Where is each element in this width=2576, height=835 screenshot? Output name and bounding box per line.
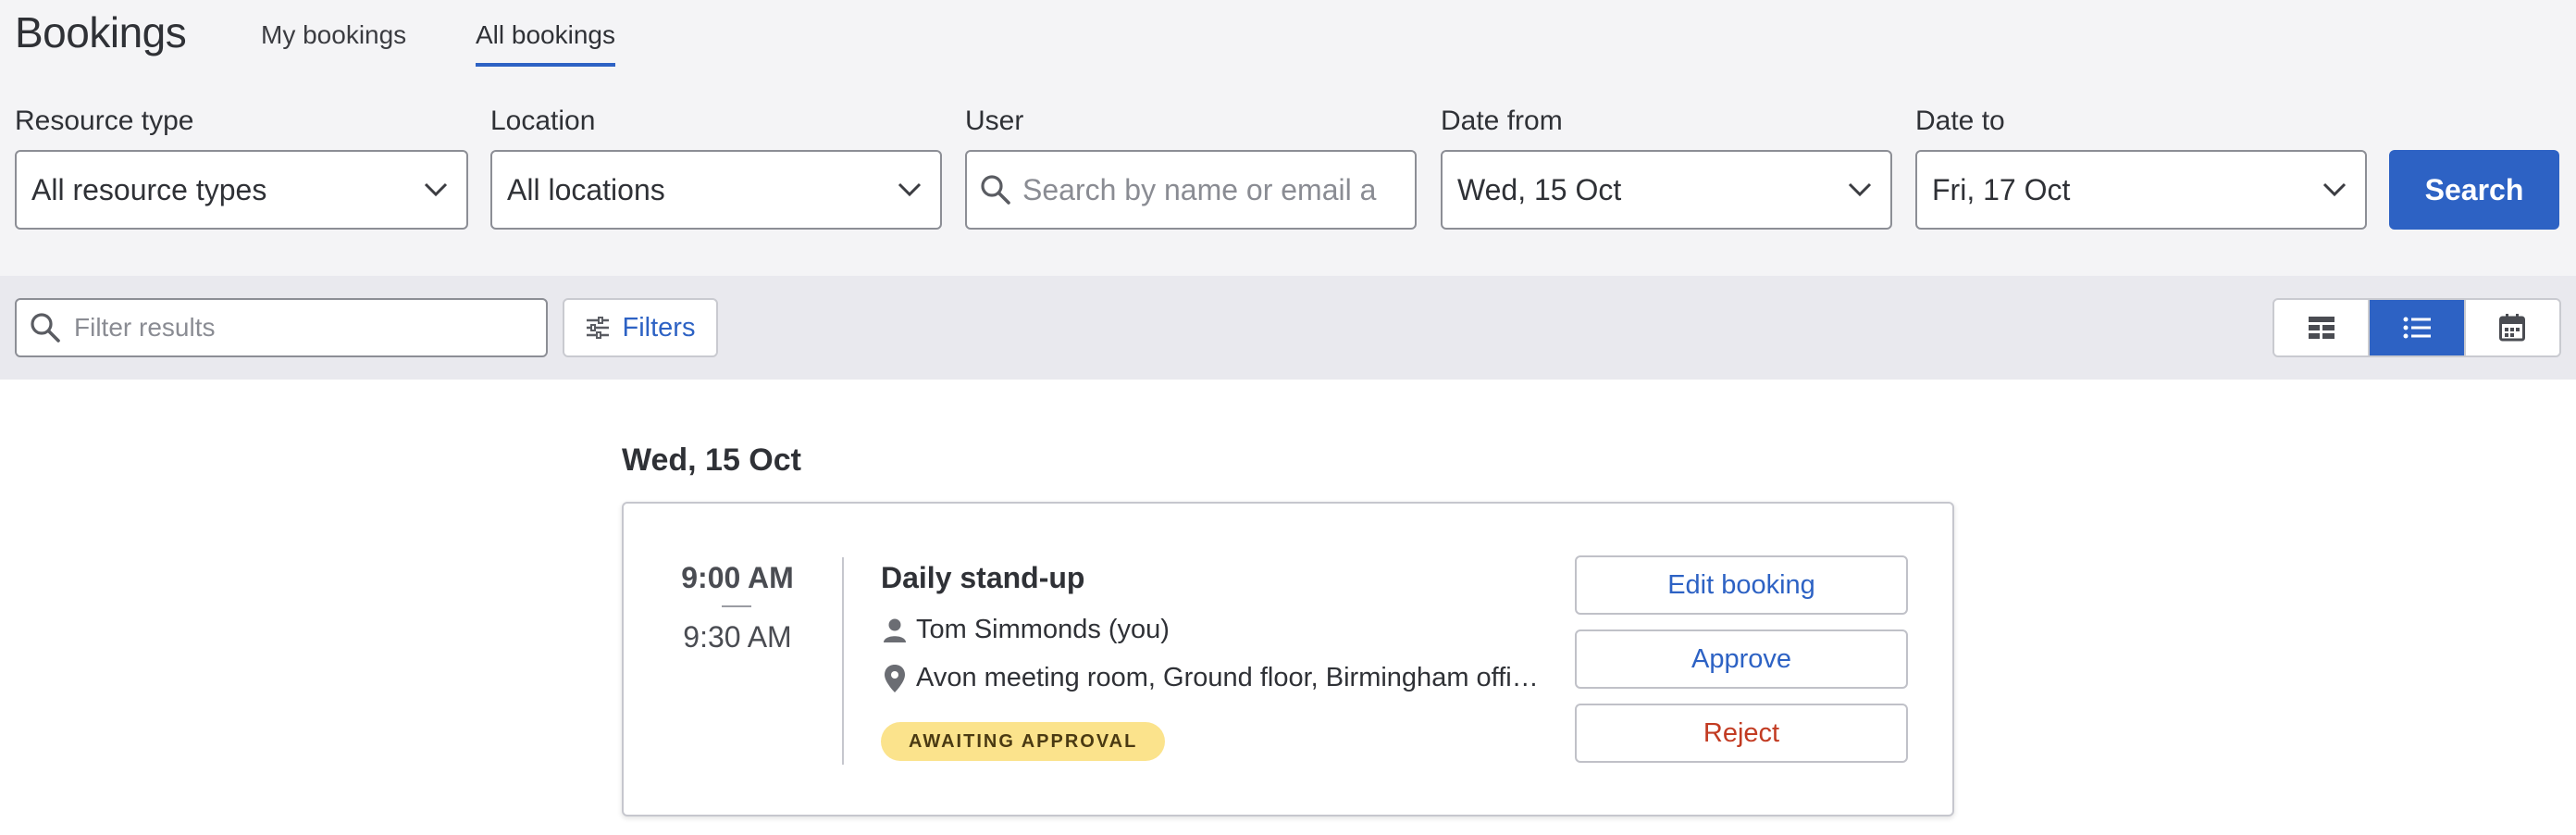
person-icon <box>881 617 909 643</box>
results-toolbar: Filter results Filters <box>0 276 2576 380</box>
chevron-down-icon <box>894 174 925 206</box>
booking-location: Avon meeting room, Ground floor, Birming… <box>881 663 1547 693</box>
booking-title: Daily stand-up <box>881 561 1085 594</box>
calendar-view-button[interactable] <box>2466 300 2559 355</box>
date-from-value: Wed, 15 Oct <box>1457 172 1622 206</box>
date-to-label: Date to <box>1915 106 2005 136</box>
location-label: Location <box>490 106 596 136</box>
reject-button[interactable]: Reject <box>1575 704 1908 763</box>
booking-end-time: 9:30 AM <box>683 620 792 654</box>
card-divider <box>842 557 844 765</box>
tab-all-bookings[interactable]: All bookings <box>476 20 615 67</box>
edit-booking-button[interactable]: Edit booking <box>1575 555 1908 615</box>
search-panel: Bookings My bookings All bookings Resour… <box>0 0 2576 276</box>
page-title: Bookings <box>15 8 187 56</box>
user-search-placeholder: Search by name or email a <box>1022 172 1377 206</box>
booking-user: Tom Simmonds (you) <box>881 615 1170 645</box>
status-badge: AWAITING APPROVAL <box>881 722 1166 761</box>
search-button[interactable]: Search <box>2389 150 2559 230</box>
user-search-input[interactable]: Search by name or email a <box>965 150 1417 230</box>
time-divider <box>722 605 751 607</box>
calendar-view-icon <box>2499 314 2526 342</box>
search-icon <box>980 174 1011 206</box>
date-from-label: Date from <box>1441 106 1563 136</box>
filters-button[interactable]: Filters <box>563 298 718 357</box>
sliders-icon <box>586 317 610 339</box>
date-to-select[interactable]: Fri, 17 Oct <box>1915 150 2367 230</box>
booking-start-time: 9:00 AM <box>681 561 794 594</box>
user-label: User <box>965 106 1024 136</box>
list-view-button[interactable] <box>2370 300 2466 355</box>
table-view-icon <box>2308 316 2335 340</box>
tab-my-bookings[interactable]: My bookings <box>261 20 406 63</box>
chevron-down-icon <box>2319 174 2350 206</box>
location-select[interactable]: All locations <box>490 150 942 230</box>
resource-type-select[interactable]: All resource types <box>15 150 468 230</box>
filter-results-input[interactable]: Filter results <box>15 298 548 357</box>
day-heading: Wed, 15 Oct <box>622 442 801 478</box>
list-view-icon <box>2403 317 2431 339</box>
approve-button[interactable]: Approve <box>1575 629 1908 689</box>
booking-user-name: Tom Simmonds (you) <box>916 615 1170 644</box>
booking-location-text: Avon meeting room, Ground floor, Birming… <box>916 663 1539 692</box>
view-switcher <box>2273 298 2561 357</box>
location-value: All locations <box>507 172 665 206</box>
booking-card: 9:00 AM 9:30 AM Daily stand-up Tom Simmo… <box>622 502 1954 816</box>
date-to-value: Fri, 17 Oct <box>1932 172 2071 206</box>
date-from-select[interactable]: Wed, 15 Oct <box>1441 150 1892 230</box>
chevron-down-icon <box>420 174 452 206</box>
chevron-down-icon <box>1844 174 1876 206</box>
location-pin-icon <box>881 664 909 693</box>
filter-results-placeholder: Filter results <box>74 313 216 342</box>
resource-type-value: All resource types <box>31 172 267 206</box>
search-icon <box>30 312 61 343</box>
resource-type-label: Resource type <box>15 106 194 136</box>
table-view-button[interactable] <box>2274 300 2371 355</box>
filters-label: Filters <box>622 312 696 343</box>
